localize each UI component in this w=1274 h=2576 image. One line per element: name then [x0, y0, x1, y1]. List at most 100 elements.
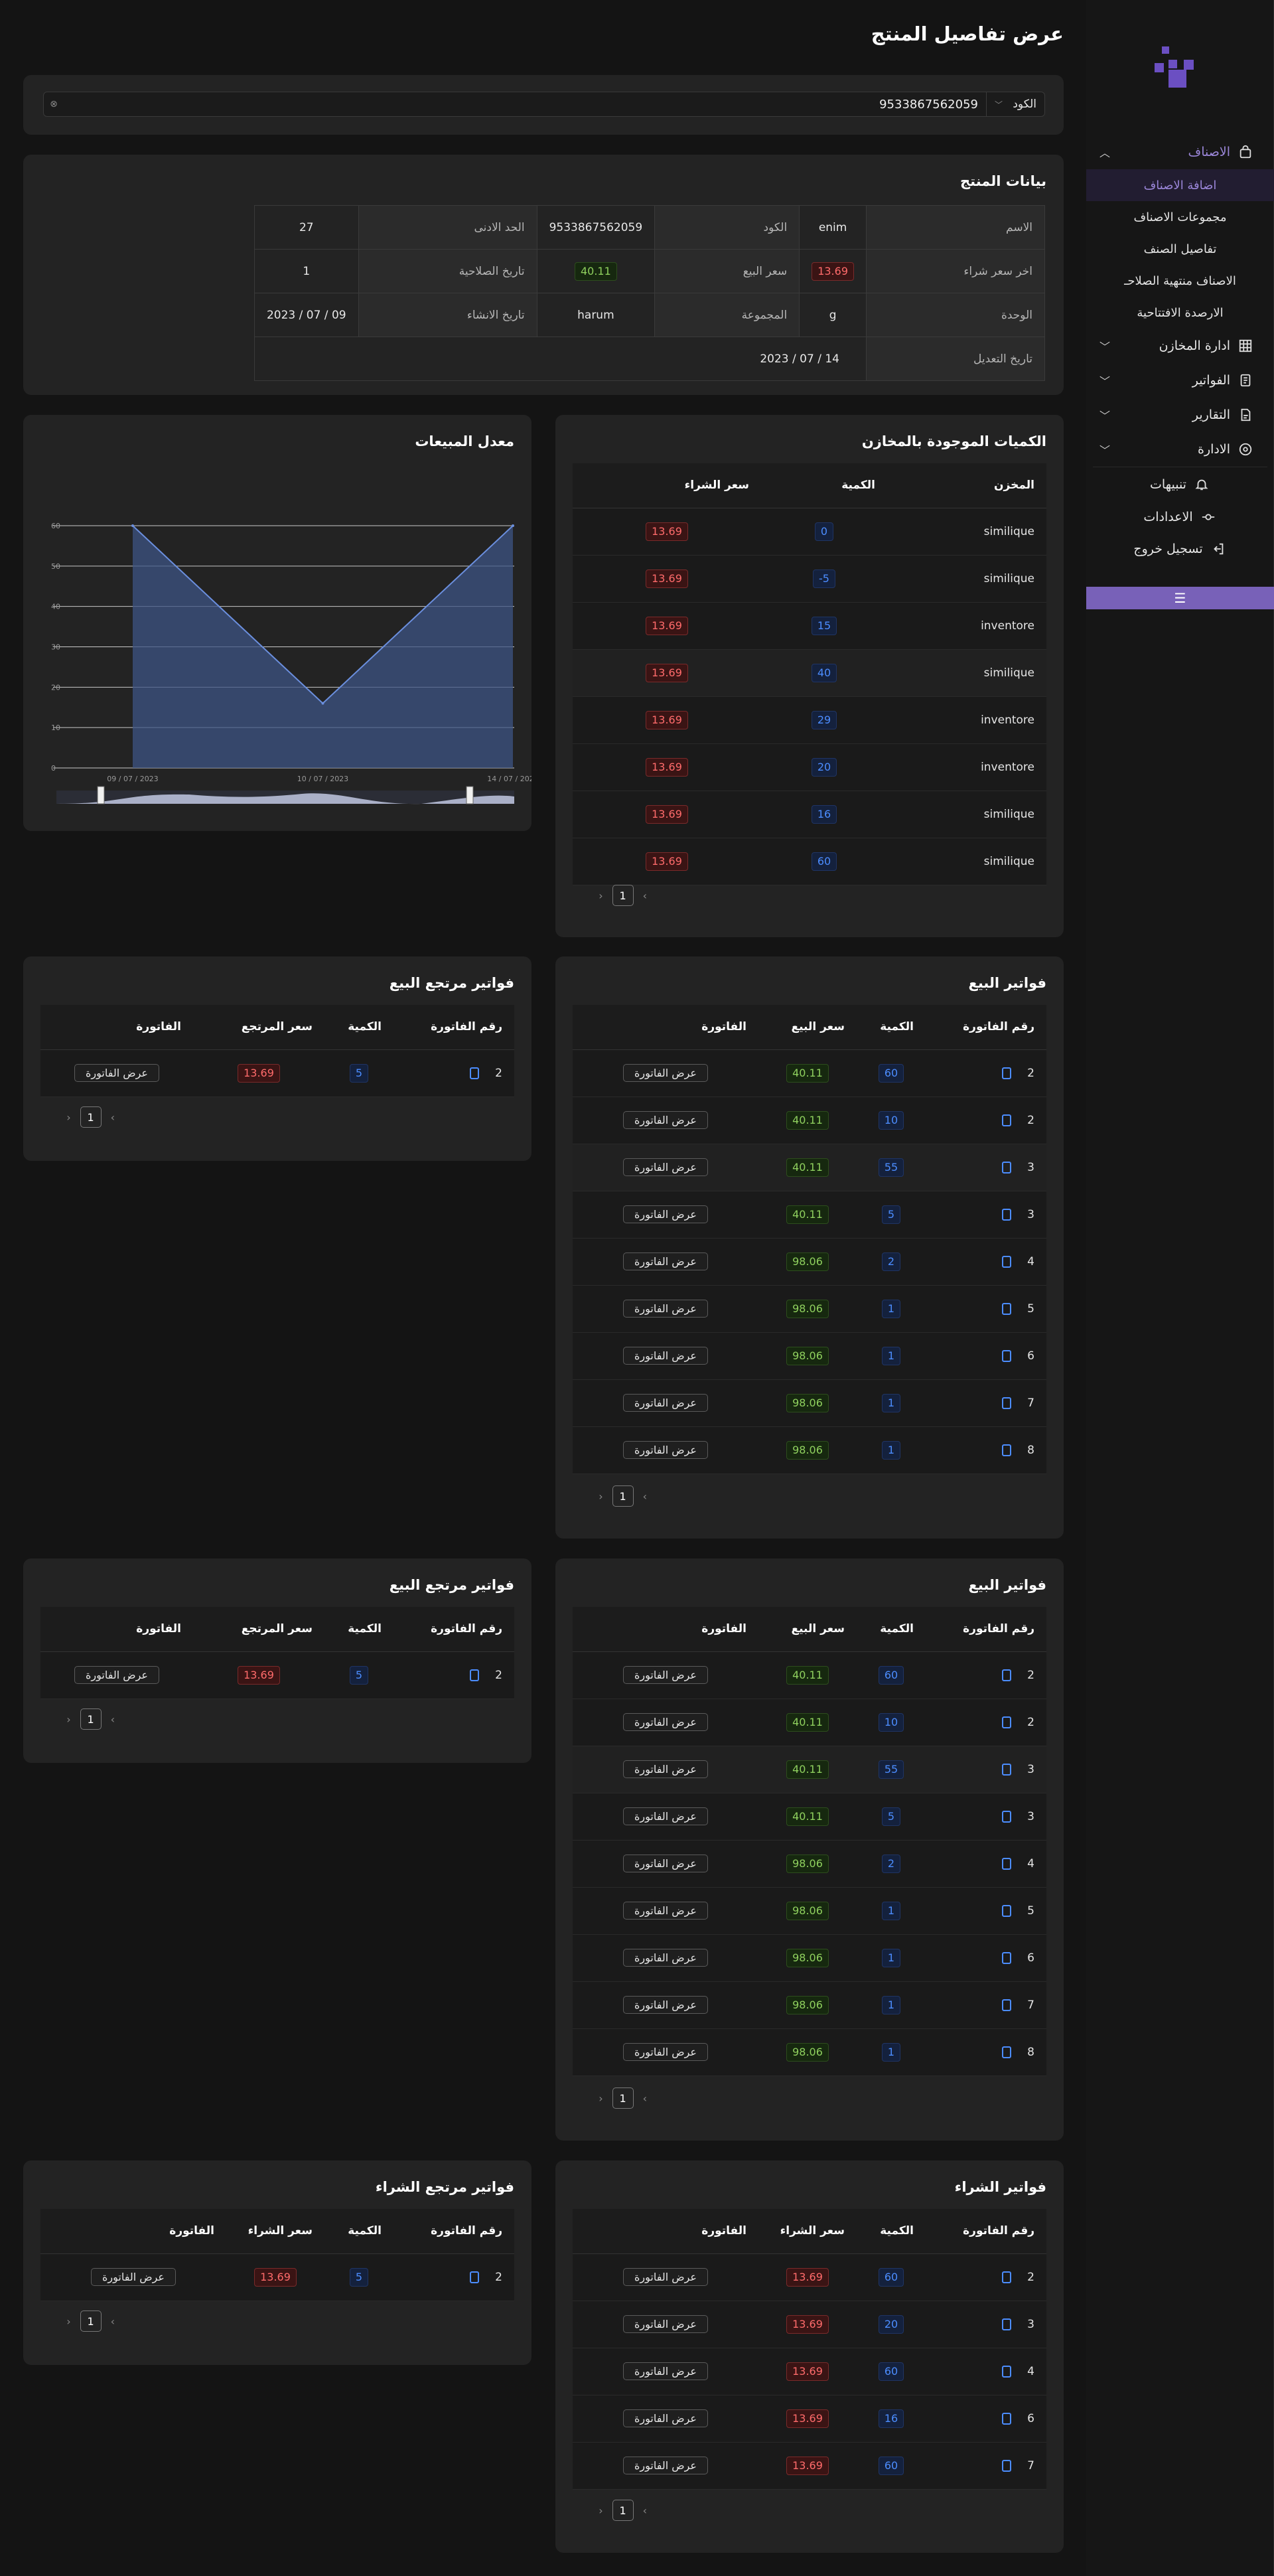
prev-icon[interactable]: ›	[643, 2504, 647, 2517]
sales-title: فواتير البيع	[968, 1577, 1046, 1593]
sidebar-item-reports[interactable]: التقارير ﹀	[1086, 398, 1274, 432]
prev-icon[interactable]: ›	[111, 1713, 115, 1726]
view-invoice-button[interactable]: عرض الفاتورة	[623, 2409, 708, 2427]
view-invoice-button[interactable]: عرض الفاتورة	[623, 2268, 708, 2286]
view-invoice-button[interactable]: عرض الفاتورة	[623, 1111, 708, 1129]
search-type-select[interactable]: الكود ﹀	[986, 92, 1044, 116]
copy-icon[interactable]	[470, 1669, 480, 1681]
prev-icon[interactable]: ›	[111, 2315, 115, 2328]
prev-icon[interactable]: ›	[111, 1111, 115, 1124]
copy-icon[interactable]	[1002, 2046, 1012, 2058]
page-button[interactable]: 1	[80, 1106, 102, 1128]
page-button[interactable]: 1	[80, 2311, 102, 2332]
view-invoice-button[interactable]: عرض الفاتورة	[623, 1713, 708, 1731]
table-row: similique 16 13.69	[573, 791, 1046, 838]
view-invoice-button[interactable]: عرض الفاتورة	[623, 1760, 708, 1778]
copy-icon[interactable]	[1002, 1208, 1012, 1221]
view-invoice-button[interactable]: عرض الفاتورة	[623, 1855, 708, 1872]
copy-icon[interactable]	[1002, 1349, 1012, 1362]
copy-icon[interactable]	[1002, 2318, 1012, 2330]
page-button[interactable]: 1	[612, 2087, 634, 2109]
copy-icon[interactable]	[1002, 1951, 1012, 1964]
prev-icon[interactable]: ›	[643, 2092, 647, 2105]
page-button[interactable]: 1	[612, 2500, 634, 2521]
page-button[interactable]: 1	[612, 1485, 634, 1507]
clear-icon[interactable]: ⊗	[44, 99, 64, 110]
sidebar-sub-add-categories[interactable]: اضافة الاصناف	[1086, 169, 1274, 201]
copy-icon[interactable]	[1002, 1067, 1012, 1079]
view-invoice-button[interactable]: عرض الفاتورة	[623, 1666, 708, 1684]
copy-icon[interactable]	[1002, 1302, 1012, 1315]
range-handle-right[interactable]	[466, 786, 474, 804]
prev-icon[interactable]: ›	[643, 1490, 647, 1503]
copy-icon[interactable]	[1002, 1716, 1012, 1728]
view-invoice-button[interactable]: عرض الفاتورة	[623, 1996, 708, 2014]
copy-icon[interactable]	[1002, 1669, 1012, 1681]
sidebar-collapse-button[interactable]: ☰	[1086, 587, 1274, 609]
copy-icon[interactable]	[1002, 1114, 1012, 1126]
copy-icon[interactable]	[1002, 2271, 1012, 2283]
sidebar-sub-category-groups[interactable]: مجموعات الاصناف	[1086, 201, 1274, 233]
copy-icon[interactable]	[1002, 1857, 1012, 1870]
sidebar-item-stores[interactable]: ادارة المخازن ﹀	[1086, 329, 1274, 363]
sidebar-item-categories[interactable]: الاصناف ︿	[1086, 135, 1274, 169]
page-button[interactable]: 1	[612, 885, 634, 906]
view-invoice-button[interactable]: عرض الفاتورة	[623, 1205, 708, 1223]
next-icon[interactable]: ‹	[599, 2092, 602, 2105]
copy-icon[interactable]	[470, 2271, 480, 2283]
view-invoice-button[interactable]: عرض الفاتورة	[623, 1064, 708, 1082]
view-invoice-button[interactable]: عرض الفاتورة	[623, 1807, 708, 1825]
sidebar-sub-expired[interactable]: الاصناف منتهية الصلاحـ	[1086, 265, 1274, 297]
copy-icon[interactable]	[1002, 2365, 1012, 2378]
range-handle-left[interactable]	[97, 786, 105, 804]
copy-icon[interactable]	[1002, 1444, 1012, 1456]
view-invoice-button[interactable]: عرض الفاتورة	[91, 2268, 176, 2286]
copy-icon[interactable]	[1002, 2459, 1012, 2472]
copy-icon[interactable]	[1002, 2412, 1012, 2425]
next-icon[interactable]: ‹	[66, 2315, 70, 2328]
copy-icon[interactable]	[1002, 1810, 1012, 1823]
view-invoice-button[interactable]: عرض الفاتورة	[623, 1394, 708, 1412]
copy-icon[interactable]	[1002, 1763, 1012, 1776]
next-icon[interactable]: ‹	[599, 2504, 602, 2517]
search-input[interactable]: 9533867562059	[64, 98, 986, 112]
y-tick-label: 10	[51, 723, 60, 732]
grid-icon	[1237, 337, 1254, 354]
copy-icon[interactable]	[470, 1067, 480, 1079]
view-invoice-button[interactable]: عرض الفاتورة	[623, 2315, 708, 2333]
view-invoice-button[interactable]: عرض الفاتورة	[623, 1300, 708, 1318]
view-invoice-button[interactable]: عرض الفاتورة	[623, 1347, 708, 1365]
sidebar-sub-opening-balances[interactable]: الارصدة الافتتاحية	[1086, 297, 1274, 329]
view-invoice-button[interactable]: عرض الفاتورة	[623, 2362, 708, 2380]
sidebar-item-settings[interactable]: الاعدادات	[1086, 502, 1274, 532]
view-invoice-button[interactable]: عرض الفاتورة	[623, 1902, 708, 1920]
table-row: 4 2 98.06 عرض الفاتورة	[573, 1238, 1046, 1286]
table-header: رقم الفاتورة الكمية سعر الشراء الفاتورة	[40, 2209, 514, 2254]
next-icon[interactable]: ‹	[599, 1490, 602, 1503]
next-icon[interactable]: ‹	[66, 1111, 70, 1124]
view-invoice-button[interactable]: عرض الفاتورة	[623, 1158, 708, 1176]
view-invoice-button[interactable]: عرض الفاتورة	[623, 1949, 708, 1967]
copy-icon[interactable]	[1002, 1904, 1012, 1917]
sidebar-item-invoices[interactable]: الفواتير ﹀	[1086, 363, 1274, 398]
view-invoice-button[interactable]: عرض الفاتورة	[74, 1666, 159, 1684]
next-icon[interactable]: ‹	[66, 1713, 70, 1726]
sidebar-item-admin[interactable]: الادارة ﹀	[1086, 432, 1274, 467]
view-invoice-button[interactable]: عرض الفاتورة	[74, 1064, 159, 1082]
prev-icon[interactable]: ›	[643, 889, 647, 902]
view-invoice-button[interactable]: عرض الفاتورة	[623, 2457, 708, 2474]
copy-icon[interactable]	[1002, 1255, 1012, 1268]
view-invoice-button[interactable]: عرض الفاتورة	[623, 1252, 708, 1270]
sales-table: رقم الفاتورة الكمية سعر البيع الفاتورة 2 60 40…	[573, 1005, 1046, 1474]
copy-icon[interactable]	[1002, 1161, 1012, 1174]
purchase-returns-table: رقم الفاتورة الكمية سعر الشراء الفاتورة 2 5 13…	[40, 2209, 514, 2301]
next-icon[interactable]: ‹	[599, 889, 602, 902]
sidebar-sub-category-details[interactable]: تفاصيل الصنف	[1086, 233, 1274, 265]
sidebar-item-logout[interactable]: تسجيل خروج	[1086, 532, 1274, 566]
sidebar-item-notifications[interactable]: تنبيهات	[1086, 467, 1274, 502]
copy-icon[interactable]	[1002, 1999, 1012, 2011]
view-invoice-button[interactable]: عرض الفاتورة	[623, 2043, 708, 2061]
page-button[interactable]: 1	[80, 1708, 102, 1730]
view-invoice-button[interactable]: عرض الفاتورة	[623, 1441, 708, 1459]
copy-icon[interactable]	[1002, 1397, 1012, 1409]
